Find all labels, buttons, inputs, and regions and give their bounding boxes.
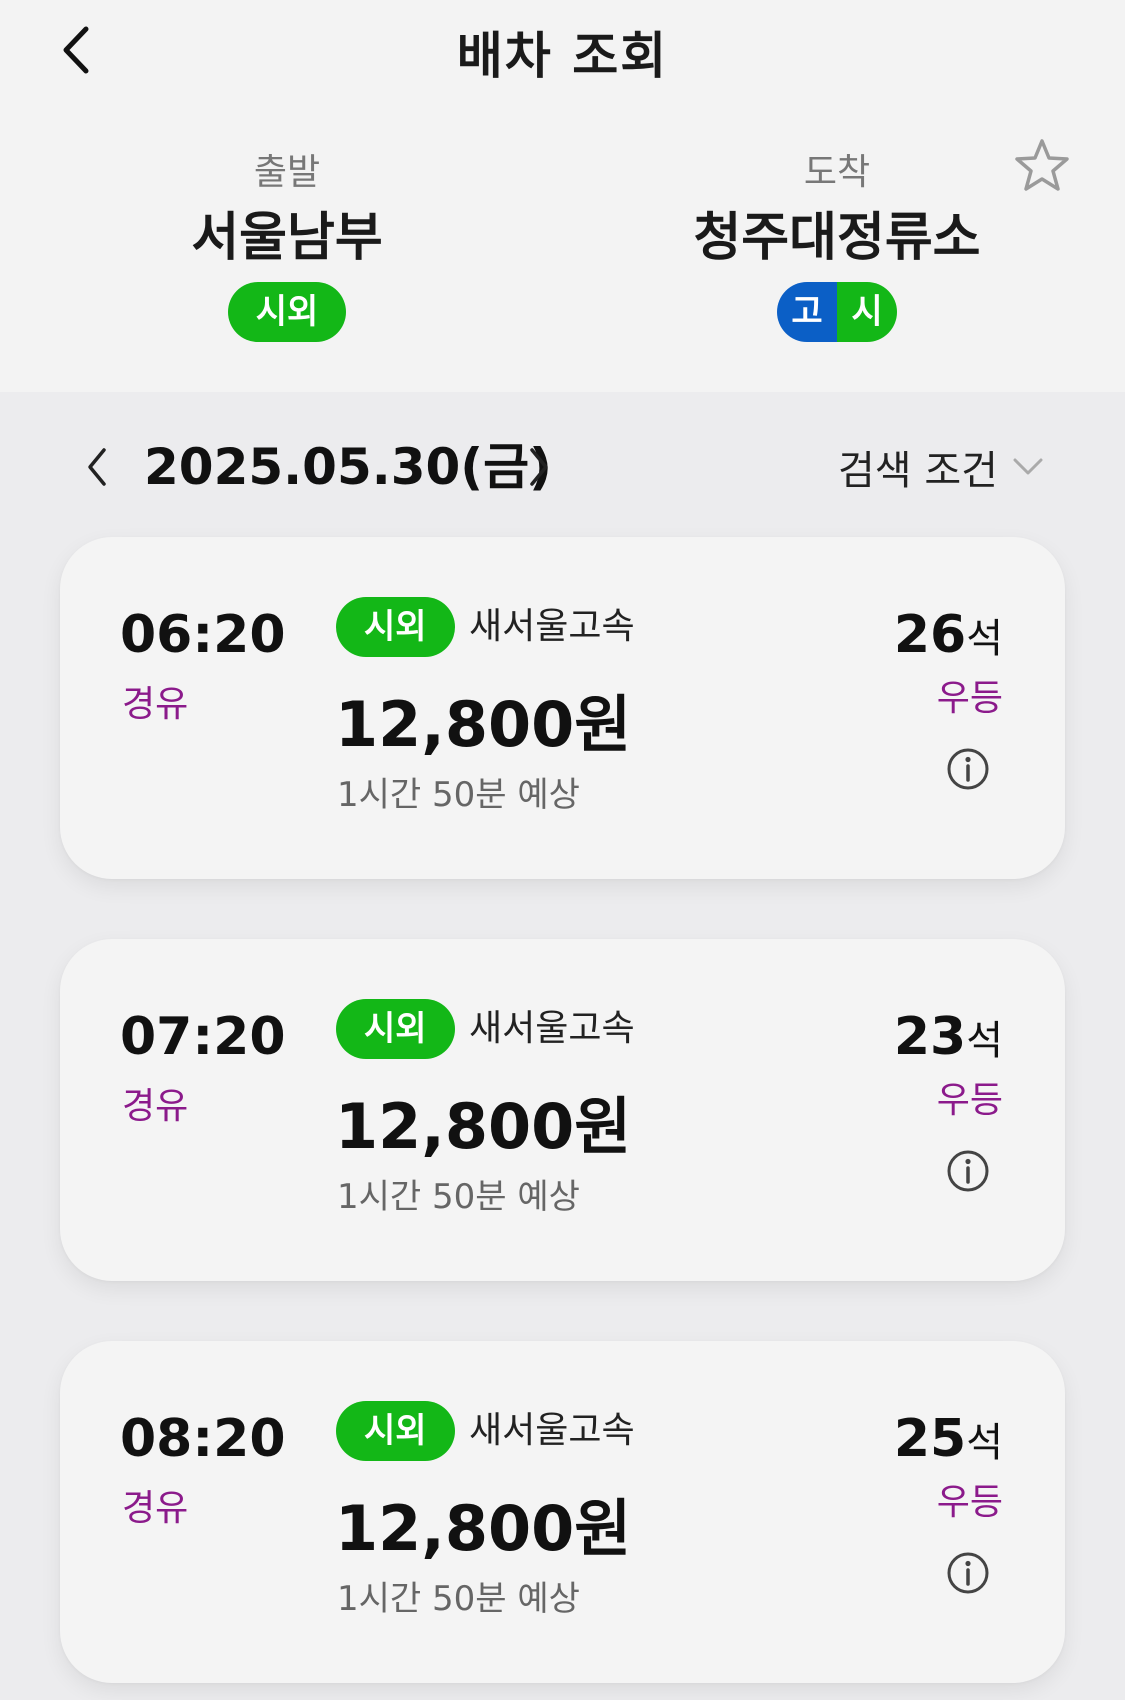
search-conditions-label: 검색 조건 [838,448,998,494]
arrival-badge-intercity: 시 [837,282,897,342]
departure-type-badge: 시외 [227,282,347,342]
schedule-card[interactable]: 08:20 경유 시외 새서울고속 12,800원 1시간 50분 예상 25석… [60,1341,1065,1683]
seats-remaining: 26석 [894,605,1003,677]
departure-station[interactable]: 출발 서울남부 시외 [87,150,487,342]
search-conditions-dropdown[interactable]: 검색 조건 [838,432,1044,502]
bus-grade: 우등 [936,1482,1003,1523]
bus-grade: 우등 [936,678,1003,719]
info-button[interactable] [946,747,990,791]
date-bar: 2025.05.30(금) 검색 조건 [0,432,1125,502]
via-label: 경유 [122,1086,189,1127]
estimated-duration: 1시간 50분 예상 [337,1579,580,1619]
selected-date[interactable]: 2025.05.30(금) [144,432,552,502]
arrival-badge-express: 고 [777,282,837,342]
fare: 12,800원 [335,688,632,761]
departure-time: 06:20 [120,605,286,665]
schedule-card[interactable]: 06:20 경유 시외 새서울고속 12,800원 1시간 50분 예상 26석… [60,537,1065,879]
star-icon [1015,139,1069,191]
info-button[interactable] [946,1149,990,1193]
chevron-left-icon [88,448,106,486]
estimated-duration: 1시간 50분 예상 [337,775,580,815]
bus-company: 새서울고속 [469,1410,635,1451]
seat-unit: 석 [966,1420,1003,1466]
chevron-down-icon [1013,458,1043,475]
bus-grade: 우등 [936,1080,1003,1121]
route-header: 배차 조회 출발 서울남부 시외 도착 청주대정류소 고 시 [0,0,1125,392]
fare: 12,800원 [335,1090,632,1163]
seat-count: 23 [893,1007,967,1067]
page-title: 배차 조회 [456,27,669,85]
arrival-station[interactable]: 도착 청주대정류소 고 시 [637,150,1037,342]
seat-unit: 석 [966,616,1003,662]
info-icon [947,1552,989,1594]
via-label: 경유 [122,684,189,725]
estimated-duration: 1시간 50분 예상 [337,1177,580,1217]
bus-type-badge: 시외 [336,999,455,1059]
departure-time: 07:20 [120,1007,286,1067]
bus-company: 새서울고속 [469,1008,635,1049]
via-label: 경유 [122,1488,189,1529]
info-icon [947,1150,989,1192]
info-button[interactable] [946,1551,990,1595]
chevron-right-icon [530,448,548,486]
schedule-card[interactable]: 07:20 경유 시외 새서울고속 12,800원 1시간 50분 예상 23석… [60,939,1065,1281]
seats-remaining: 23석 [894,1007,1003,1079]
seat-count: 26 [893,605,967,665]
arrival-label: 도착 [803,152,871,193]
arrival-type-badge: 고 시 [777,282,897,342]
seat-unit: 석 [966,1018,1003,1064]
departure-time: 08:20 [120,1409,286,1469]
departure-label: 출발 [253,152,321,193]
seats-remaining: 25석 [894,1409,1003,1481]
favorite-button[interactable] [1012,136,1072,196]
departure-name: 서울남부 [191,208,383,268]
previous-date-button[interactable] [78,442,118,492]
seat-count: 25 [893,1409,967,1469]
info-icon [947,748,989,790]
fare: 12,800원 [335,1492,632,1565]
next-date-button[interactable] [518,442,558,492]
bus-company: 새서울고속 [469,606,635,647]
arrival-name: 청주대정류소 [693,208,981,268]
bus-type-badge: 시외 [336,1401,455,1461]
bus-type-badge: 시외 [336,597,455,657]
